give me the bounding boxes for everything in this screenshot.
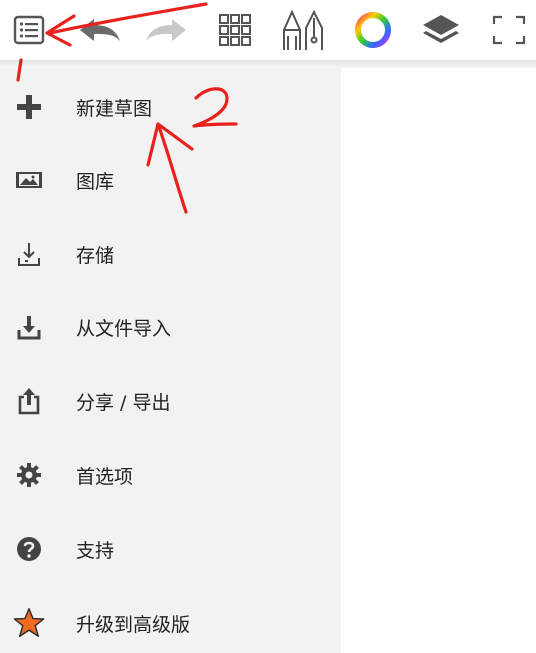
import-icon: [13, 311, 45, 343]
menu-item-gallery[interactable]: 图库: [0, 150, 341, 210]
menu-item-label: 存储: [76, 244, 115, 267]
menu-item-label: 图库: [76, 170, 115, 193]
menu-item-label: 首选项: [76, 465, 134, 488]
brush-tools-icon[interactable]: [280, 8, 326, 52]
undo-icon[interactable]: [76, 8, 122, 52]
menu-item-import[interactable]: 从文件导入: [0, 297, 341, 357]
drawing-canvas[interactable]: [341, 68, 536, 653]
toolbar-divider: [0, 60, 536, 68]
menu-item-label: 升级到高级版: [76, 613, 191, 636]
menu-item-new-sketch[interactable]: 新建草图: [0, 77, 341, 137]
menu-item-support[interactable]: 支持: [0, 519, 341, 579]
menu-item-label: 支持: [76, 539, 115, 562]
help-icon: [13, 533, 45, 565]
fullscreen-icon[interactable]: [486, 8, 532, 52]
menu-item-upgrade-premium[interactable]: 升级到高级版: [0, 593, 341, 653]
menu-item-label: 分享 / 导出: [76, 391, 171, 414]
redo-icon[interactable]: [144, 8, 190, 52]
menu-item-share-export[interactable]: 分享 / 导出: [0, 371, 341, 431]
share-icon: [13, 385, 45, 417]
plus-icon: [13, 91, 45, 123]
menu-list-icon[interactable]: [6, 8, 52, 52]
menu-item-save[interactable]: 存储: [0, 224, 341, 284]
save-icon: [13, 238, 45, 270]
layers-icon[interactable]: [418, 8, 464, 52]
menu-item-label: 从文件导入: [76, 317, 172, 340]
menu-item-label: 新建草图: [76, 97, 153, 120]
menu-item-preferences[interactable]: 首选项: [0, 445, 341, 505]
grid-icon[interactable]: [212, 8, 258, 52]
gallery-icon: [13, 164, 45, 196]
color-wheel-icon[interactable]: [350, 8, 396, 52]
star-icon: [13, 607, 45, 639]
top-toolbar: [0, 0, 536, 60]
gear-icon: [13, 459, 45, 491]
